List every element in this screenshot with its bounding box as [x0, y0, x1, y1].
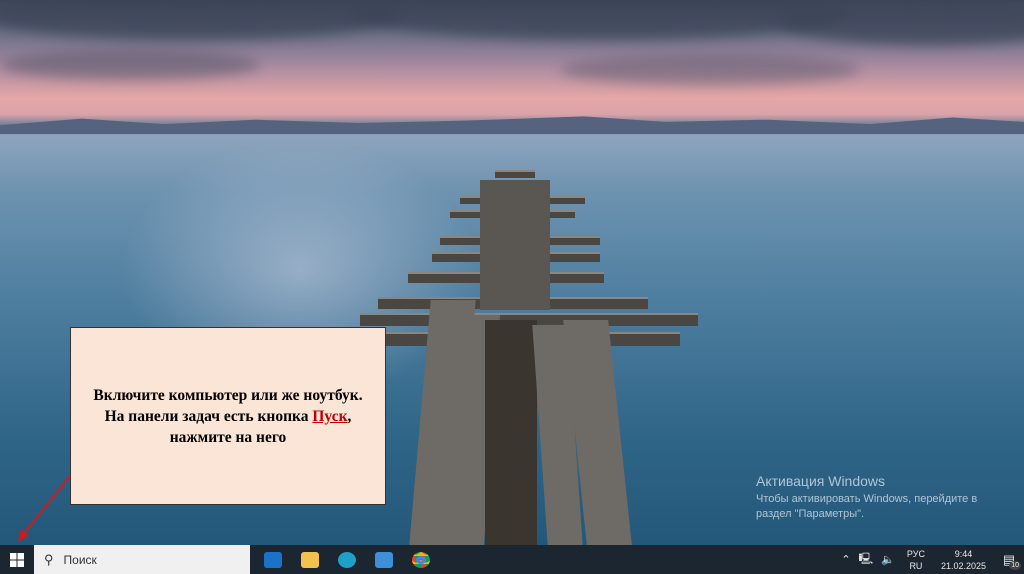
mail-icon: [374, 551, 393, 568]
clock-time: 9:44: [954, 548, 973, 559]
edge-icon: [337, 551, 356, 568]
folder-icon: [300, 551, 319, 568]
outlook-app[interactable]: [254, 545, 291, 574]
file-explorer-app[interactable]: [291, 545, 328, 574]
edge-app[interactable]: [328, 545, 365, 574]
activation-title: Активация Windows: [756, 473, 886, 489]
system-tray: ⌃ 🖳 🔈 РУС RU 9:44 21.02.2025 ▤ 10: [837, 545, 1024, 574]
clock[interactable]: 9:44 21.02.2025: [941, 548, 986, 572]
language-bottom: RU: [909, 560, 923, 571]
chrome-app[interactable]: [402, 545, 439, 574]
clock-date: 21.02.2025: [940, 560, 986, 571]
start-button[interactable]: [0, 545, 34, 574]
chrome-icon: [411, 551, 430, 568]
notification-button[interactable]: ▤ 10: [994, 545, 1024, 574]
network-icon[interactable]: 🖳: [859, 550, 874, 569]
taskbar: ⚲ Поиск ⌃ 🖳 🔈 РУС RU 9:44 21.02.2025 ▤ 1…: [0, 545, 1024, 574]
search-placeholder: Поиск: [63, 552, 97, 567]
instruction-callout: Включите компьютер или же ноутбук. На па…: [70, 327, 386, 505]
mail-app[interactable]: [365, 545, 402, 574]
chevron-up-icon[interactable]: ⌃: [841, 553, 850, 566]
language-top: РУС: [906, 548, 925, 559]
activation-desc: Чтобы активировать Windows, перейдите в …: [756, 493, 978, 520]
language-indicator[interactable]: РУС RU: [907, 548, 925, 572]
windows-icon: [10, 552, 24, 567]
activation-watermark: Активация Windows Чтобы активировать Win…: [756, 473, 996, 522]
search-icon: ⚲: [44, 551, 54, 567]
notification-count: 10: [1009, 561, 1021, 570]
search-box[interactable]: ⚲ Поиск: [34, 545, 250, 574]
outlook-icon: [263, 551, 282, 568]
start-link[interactable]: Пуск: [312, 408, 347, 425]
volume-icon[interactable]: 🔈: [881, 553, 895, 566]
